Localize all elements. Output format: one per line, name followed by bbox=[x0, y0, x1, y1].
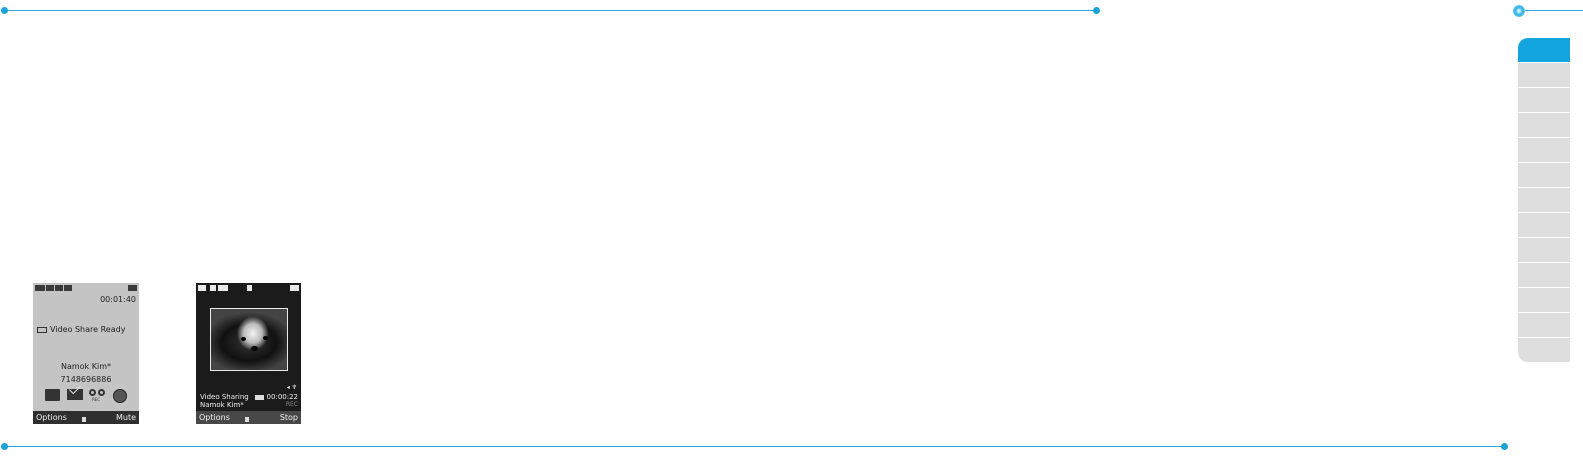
status-bar bbox=[196, 283, 301, 293]
video-share-status-text: Video Share Ready bbox=[50, 325, 126, 334]
top-rule-left-dot bbox=[1, 7, 8, 14]
contact-name: Namok Kim* bbox=[60, 362, 111, 371]
call-icon bbox=[46, 285, 54, 291]
chapter-tab[interactable] bbox=[1518, 338, 1570, 362]
chapter-tab[interactable] bbox=[1518, 263, 1570, 287]
contact-name: Namok Kim* bbox=[200, 401, 244, 409]
chapter-tab[interactable] bbox=[1518, 88, 1570, 112]
stop-softkey[interactable]: Stop bbox=[280, 413, 298, 422]
chapter-tab[interactable] bbox=[1518, 38, 1570, 62]
rec-label: REC bbox=[92, 397, 101, 402]
chapter-tab[interactable] bbox=[1518, 213, 1570, 237]
video-share-icon bbox=[37, 326, 47, 333]
chapter-tab[interactable] bbox=[1518, 138, 1570, 162]
message-icon[interactable] bbox=[67, 389, 83, 400]
options-softkey[interactable]: Options bbox=[199, 413, 230, 422]
camera-icon bbox=[254, 394, 264, 400]
message-icon bbox=[218, 285, 228, 291]
chapter-tab[interactable] bbox=[1518, 238, 1570, 262]
battery-icon bbox=[290, 285, 299, 291]
chapter-tab[interactable] bbox=[1518, 188, 1570, 212]
top-right-glow-dot bbox=[1513, 5, 1525, 17]
mute-softkey[interactable]: Mute bbox=[116, 413, 136, 422]
puppy-eye bbox=[263, 336, 268, 340]
bottom-rule-left-dot bbox=[1, 443, 8, 450]
chapter-tab[interactable] bbox=[1518, 313, 1570, 337]
status-bar bbox=[33, 283, 139, 293]
top-right-rule bbox=[1520, 10, 1583, 11]
share-timer: 00:00:22 bbox=[254, 393, 298, 401]
top-rule-right-dot bbox=[1093, 7, 1100, 14]
chapter-tab[interactable] bbox=[1518, 288, 1570, 312]
bottom-rule-right-dot bbox=[1501, 443, 1508, 450]
call-timer: 00:01:40 bbox=[100, 295, 136, 304]
top-rule bbox=[4, 10, 1097, 11]
puppy-nose bbox=[251, 346, 258, 351]
call-action-icons: REC bbox=[43, 389, 137, 403]
shared-video-frame bbox=[210, 308, 288, 371]
speaker-icon[interactable] bbox=[82, 414, 90, 422]
chapter-tab[interactable] bbox=[1518, 163, 1570, 187]
alarm-icon bbox=[64, 285, 72, 291]
chapter-tab[interactable] bbox=[1518, 63, 1570, 87]
call-icon bbox=[210, 285, 216, 291]
video-sharing-label: Video Sharing bbox=[200, 393, 249, 401]
globe-icon[interactable] bbox=[113, 389, 127, 403]
contact-card-icon[interactable] bbox=[45, 389, 60, 401]
puppy-eye bbox=[241, 337, 246, 341]
rec-indicator: REC bbox=[285, 401, 298, 408]
chapter-tabs bbox=[1518, 38, 1570, 363]
phone-screen-video-share: ◂ ♆ Video Sharing 00:00:22 Namok Kim* RE… bbox=[196, 283, 301, 424]
voice-record-icon[interactable]: REC bbox=[89, 389, 106, 402]
signal-icon bbox=[35, 285, 45, 291]
mute-speaker-icon[interactable] bbox=[244, 414, 253, 422]
signal-icon bbox=[198, 285, 206, 291]
chapter-tab[interactable] bbox=[1518, 113, 1570, 137]
alarm-icon bbox=[247, 285, 252, 291]
options-softkey[interactable]: Options bbox=[36, 413, 67, 422]
video-share-status: Video Share Ready bbox=[37, 325, 125, 334]
softkey-bar: Options Mute bbox=[33, 411, 139, 424]
message-icon bbox=[55, 285, 63, 291]
softkey-bar: Options Stop bbox=[196, 411, 301, 424]
volume-mic-icons: ◂ ♆ bbox=[286, 384, 297, 391]
phone-number: 7148696886 bbox=[60, 375, 112, 384]
phone-screen-call: 00:01:40 Video Share Ready Namok Kim* 71… bbox=[33, 283, 139, 424]
battery-icon bbox=[128, 285, 137, 291]
bottom-rule bbox=[4, 446, 1504, 447]
